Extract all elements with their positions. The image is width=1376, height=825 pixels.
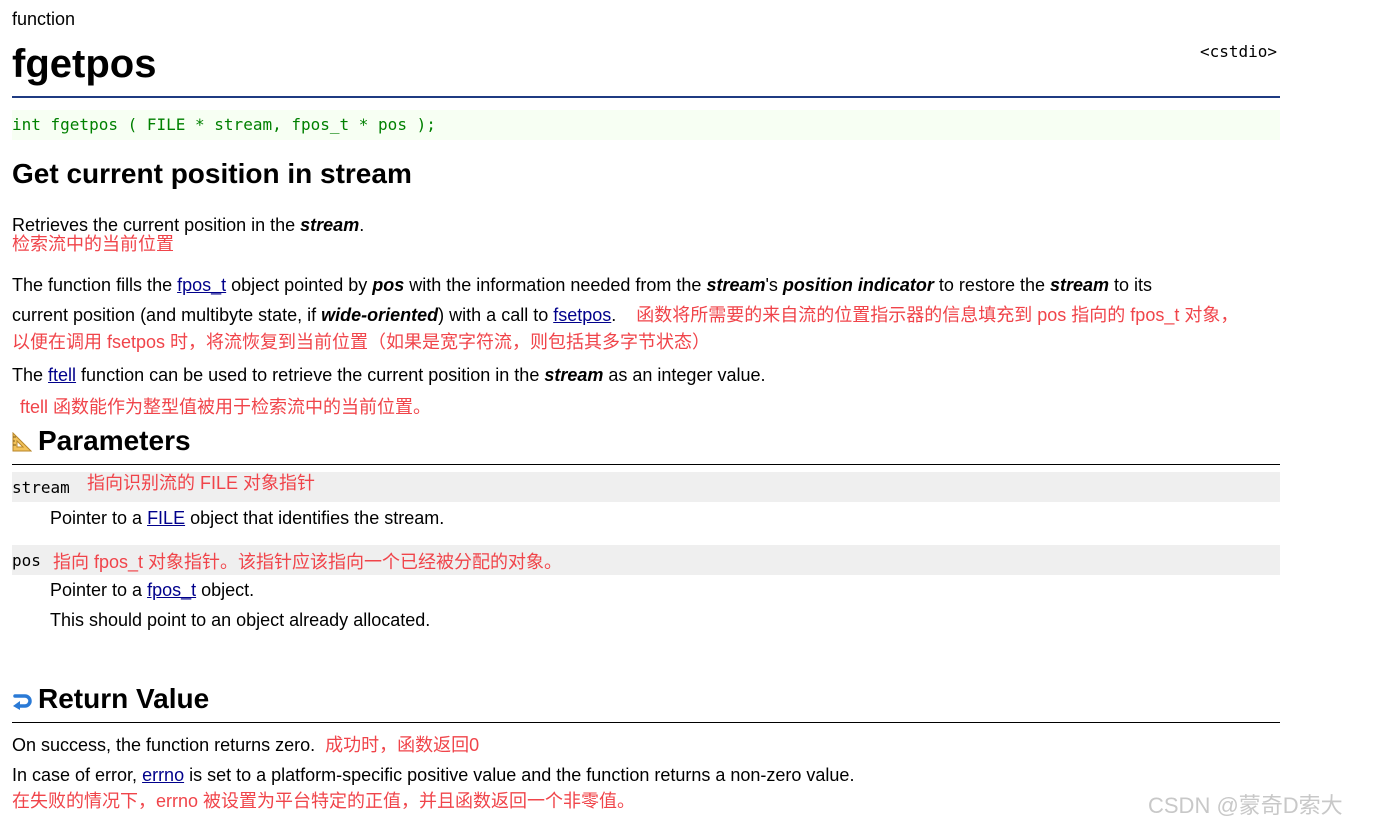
intro-post: . <box>359 215 365 235</box>
return-arrow-icon <box>12 690 32 710</box>
link-file[interactable]: FILE <box>147 508 185 528</box>
link-ftell[interactable]: ftell <box>48 365 76 385</box>
return-value-heading: Return Value <box>38 683 210 714</box>
header-file-label: <cstdio> <box>1200 42 1278 61</box>
description-paragraph-1-line-2: current position (and multibyte state, i… <box>12 300 1376 330</box>
page-title: fgetpos <box>12 42 157 86</box>
return-error-text-1: In case of error, <box>12 765 143 785</box>
p2-kw-stream: stream <box>544 365 604 385</box>
return-error-annotation: 在失败的情况下，errno 被设置为平台特定的正值，并且函数返回一个非零值。 <box>12 791 636 811</box>
p1-text-9: . <box>611 305 617 325</box>
p1-annotation-2: 以便在调用 fsetpos 时，将流恢复到当前位置（如果是宽字符流，则包括其多字… <box>12 332 711 352</box>
p1-kw-stream-2: stream <box>1049 275 1110 295</box>
link-fpos-t-2[interactable]: fpos_t <box>147 580 196 600</box>
link-fsetpos[interactable]: fsetpos <box>553 305 611 325</box>
p1-text-5: to restore the <box>933 275 1050 295</box>
param-pos-description: Pointer to a fpos_t object. <box>50 575 254 605</box>
return-value-divider <box>12 722 1280 723</box>
csdn-watermark: CSDN @蒙奇D索大 <box>1148 793 1343 818</box>
prototype-code: int fgetpos ( FILE * stream, fpos_t * po… <box>12 115 436 134</box>
param-stream-annotation: 指向识别流的 FILE 对象指针 <box>87 473 316 493</box>
p1-text-2: object pointed by <box>226 275 373 295</box>
param-name-pos: pos <box>12 551 41 570</box>
ruler-icon <box>12 431 33 452</box>
parameters-divider <box>12 464 1280 465</box>
intro-keyword: stream <box>300 215 360 235</box>
description-paragraph-1: The function fills the fpos_t object poi… <box>12 270 1372 300</box>
p1-kw-wide-oriented: wide-oriented <box>321 305 439 325</box>
parameters-heading: Parameters <box>38 425 191 456</box>
p2-text-3: as an integer value. <box>603 365 766 385</box>
param-stream-desc-2: object that identifies the stream. <box>185 508 445 528</box>
param-stream-description: Pointer to a FILE object that identifies… <box>50 503 444 533</box>
p1-kw-stream: stream <box>706 275 766 295</box>
param-row-pos: pos 指向 fpos_t 对象指针。该指针应该指向一个已经被分配的对象。 <box>12 545 1280 575</box>
p2-annotation: ftell 函数能作为整型值被用于检索流中的当前位置。 <box>20 397 432 417</box>
p1-text-1: The function fills the <box>12 275 178 295</box>
intro-annotation: 检索流中的当前位置 <box>12 234 174 254</box>
param-pos-annotation: 指向 fpos_t 对象指针。该指针应该指向一个已经被分配的对象。 <box>53 552 563 572</box>
param-stream-desc-1: Pointer to a <box>50 508 148 528</box>
p1-text-7: current position (and multibyte state, i… <box>12 305 322 325</box>
p1-text-3: with the information needed from the <box>404 275 707 295</box>
function-heading: Get current position in stream <box>12 158 412 189</box>
link-errno[interactable]: errno <box>142 765 184 785</box>
description-paragraph-2: The ftell function can be used to retrie… <box>12 360 765 390</box>
p2-text-1: The <box>12 365 49 385</box>
p1-text-6: to its <box>1109 275 1153 295</box>
p2-text-2: function can be used to retrieve the cur… <box>76 365 545 385</box>
return-success-annotation: 成功时，函数返回0 <box>325 735 480 755</box>
param-pos-desc-2: object. <box>196 580 255 600</box>
p1-kw-pos: pos <box>372 275 405 295</box>
param-pos-note: This should point to an object already a… <box>50 610 431 630</box>
title-divider <box>12 96 1280 98</box>
p1-kw-position-indicator: position indicator <box>782 275 934 295</box>
entity-kind-label: function <box>12 9 76 29</box>
p1-text-8: ) with a call to <box>438 305 554 325</box>
prototype-box: int fgetpos ( FILE * stream, fpos_t * po… <box>12 110 1280 140</box>
return-error-text-2: is set to a platform-specific positive v… <box>184 765 855 785</box>
param-row-stream: stream 指向识别流的 FILE 对象指针 <box>12 472 1280 502</box>
p1-text-4: 's <box>765 275 783 295</box>
param-name-stream: stream <box>12 478 70 497</box>
return-value-success: On success, the function returns zero. 成功… <box>12 730 479 760</box>
param-pos-desc-1: Pointer to a <box>50 580 148 600</box>
return-success-text: On success, the function returns zero. <box>12 735 316 755</box>
link-fpos-t[interactable]: fpos_t <box>177 275 226 295</box>
p1-annotation-1: 函数将所需要的来自流的位置指示器的信息填充到 pos 指向的 fpos_t 对象… <box>636 305 1239 325</box>
